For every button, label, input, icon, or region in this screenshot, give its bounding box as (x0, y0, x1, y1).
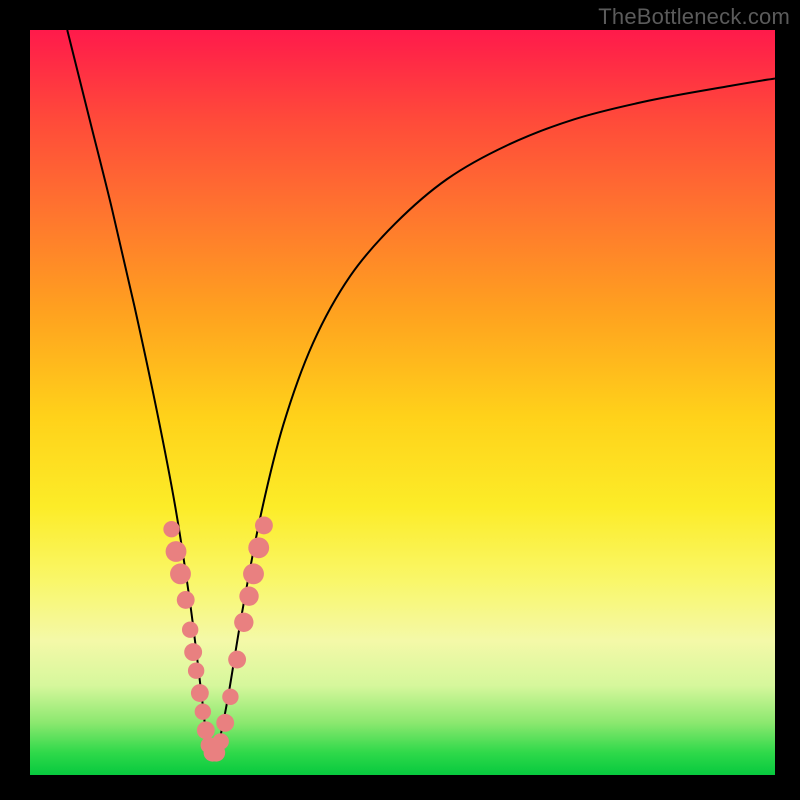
bead-marker (163, 521, 179, 537)
bead-marker (239, 587, 258, 606)
bead-marker (248, 537, 269, 558)
bead-marker (228, 651, 246, 669)
bead-marker (213, 733, 229, 749)
chart-frame: TheBottleneck.com (0, 0, 800, 800)
plot-area (30, 30, 775, 775)
bead-marker (234, 613, 253, 632)
bead-marker (222, 689, 238, 705)
bead-marker (216, 714, 234, 732)
bead-marker (255, 516, 273, 534)
bead-marker (177, 591, 195, 609)
bottleneck-curve (67, 30, 775, 760)
watermark-text: TheBottleneck.com (598, 4, 790, 30)
bead-marker (197, 721, 215, 739)
bead-marker (166, 541, 187, 562)
curve-layer (30, 30, 775, 775)
bead-marker (184, 643, 202, 661)
bead-marker (182, 622, 198, 638)
bead-marker (195, 703, 211, 719)
bead-marker (170, 563, 191, 584)
bead-marker (243, 563, 264, 584)
bead-marker (188, 663, 204, 679)
bead-marker (191, 684, 209, 702)
